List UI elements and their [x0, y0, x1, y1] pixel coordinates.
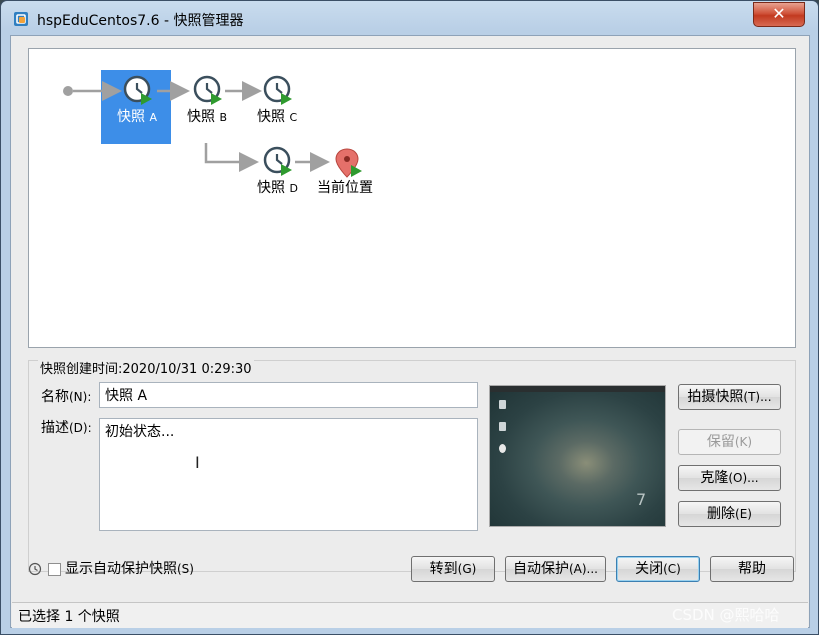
snapshot-node-b[interactable]: 快照 B	[187, 106, 227, 126]
snapshot-clock-icon	[263, 75, 294, 107]
text-cursor-icon: I	[195, 453, 200, 472]
show-autoprotect-checkbox[interactable]	[48, 562, 61, 576]
snapshot-thumbnail: 7	[489, 385, 666, 527]
show-autoprotect-label: 显示自动保护快照	[65, 561, 177, 577]
snapshot-created-time: 快照创建时间:2020/10/31 0:29:30	[38, 358, 254, 377]
take-snapshot-button[interactable]: 拍摄快照(T)...	[678, 384, 781, 410]
help-button[interactable]: 帮助	[710, 556, 794, 582]
clone-button[interactable]: 克隆(O)...	[678, 465, 781, 491]
status-text: 已选择 1 个快照	[18, 609, 120, 625]
snapshot-clock-icon	[263, 146, 294, 178]
thumbnail-topbar	[490, 386, 665, 392]
close-button[interactable]: 关闭(C)	[616, 556, 700, 582]
show-autoprotect-key: (S)	[177, 562, 194, 576]
snapshot-tree[interactable]: 快照 A 快照 B 快照 C 快照 D 当前位置	[28, 48, 796, 348]
snapshot-node-a[interactable]: 快照 A	[117, 106, 157, 126]
vmware-app-icon	[14, 12, 28, 26]
name-label: 名称(N):	[41, 389, 92, 405]
window-title: hspEduCentos7.6 - 快照管理器	[37, 13, 244, 29]
snapshot-clock-icon	[123, 75, 154, 107]
show-autoprotect-option[interactable]: 显示自动保护快照(S)	[28, 558, 194, 578]
description-label: 描述(D):	[41, 420, 92, 436]
current-location-pin-icon	[335, 148, 362, 178]
title-bar[interactable]: hspEduCentos7.6 - 快照管理器 ✕	[1, 1, 818, 35]
desktop-icon	[499, 422, 506, 431]
dialog-body: 快照 A 快照 B 快照 C 快照 D 当前位置 快照创建时间:2020/10/…	[10, 35, 810, 628]
description-field[interactable]: 初始状态...	[99, 418, 478, 531]
centos-logo: 7	[636, 490, 647, 509]
window-close-button[interactable]: ✕	[753, 2, 805, 27]
snapshot-node-d[interactable]: 快照 D	[257, 177, 298, 197]
disc-icon	[499, 444, 506, 453]
desktop-icon	[499, 400, 506, 409]
snapshot-clock-icon	[193, 75, 224, 107]
autoprotect-button[interactable]: 自动保护(A)...	[505, 556, 606, 582]
close-icon: ✕	[772, 4, 786, 23]
snapshot-tree-graph	[63, 75, 362, 178]
snapshot-node-c[interactable]: 快照 C	[257, 106, 297, 126]
current-location-node[interactable]: 当前位置	[317, 177, 373, 197]
goto-button[interactable]: 转到(G)	[411, 556, 495, 582]
delete-button[interactable]: 删除(E)	[678, 501, 781, 527]
snapshot-manager-window: hspEduCentos7.6 - 快照管理器 ✕ 快照 A 快照 B 快照 C…	[0, 0, 819, 635]
history-clock-icon	[28, 562, 42, 576]
tree-root-dot	[63, 86, 73, 96]
edge-a-d	[204, 143, 259, 172]
csdn-watermark: CSDN @熙哈哈	[672, 606, 780, 624]
name-field[interactable]: 快照 A	[99, 382, 478, 408]
keep-button[interactable]: 保留(K)	[678, 429, 781, 455]
